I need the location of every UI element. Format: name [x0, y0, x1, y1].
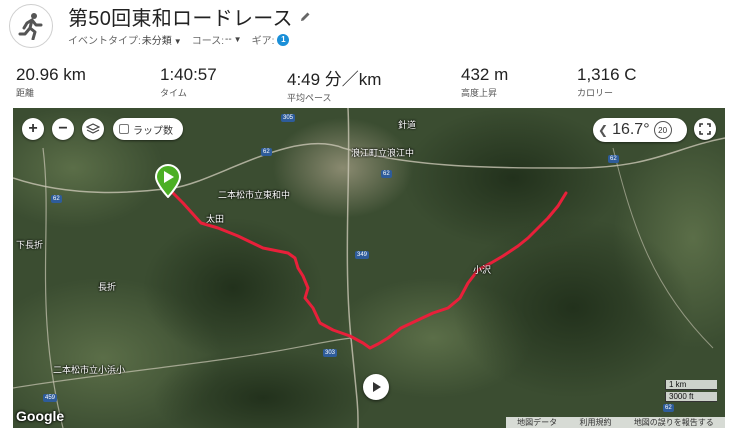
map-label: 浪江町立浪江中 — [351, 148, 415, 158]
lap-toggle-label: ラップ数 — [133, 125, 173, 137]
stat-label: 平均ペース — [287, 93, 332, 103]
map-label: 針道 — [398, 120, 417, 130]
gear-count-badge[interactable]: 1 — [277, 33, 290, 46]
map-label: 太田 — [206, 214, 225, 224]
activity-title[interactable]: 第50回東和ロードレース — [68, 2, 293, 31]
scale-imperial: 3000 ft — [665, 392, 717, 402]
stat-label: 距離 — [16, 88, 35, 98]
wind-value: 20 — [658, 125, 668, 135]
stat-elevation-gain: 432 m 高度上昇 — [461, 65, 508, 99]
road-shield: 305 — [281, 114, 296, 122]
layers-icon[interactable] — [82, 118, 104, 140]
lap-toggle[interactable]: ラップ数 — [113, 118, 183, 140]
activity-meta: イベントタイプ: 未分類 ▼ コース: -- ▼ ギア: 1 — [68, 32, 290, 47]
pencil-icon[interactable] — [299, 11, 311, 23]
stat-value: 1:40:57 — [160, 65, 217, 84]
stat-value: 20.96 km — [16, 65, 86, 84]
stat-calories: 1,316 C カロリー — [577, 65, 637, 99]
play-icon — [373, 382, 381, 392]
course-dropdown[interactable]: -- ▼ — [225, 34, 242, 45]
google-logo: Google — [16, 408, 65, 424]
map-label: 小沢 — [473, 265, 492, 275]
stat-value: 432 m — [461, 65, 509, 84]
fullscreen-icon[interactable] — [694, 118, 716, 140]
road-shield: 459 — [43, 394, 58, 402]
stat-avg-pace: 4:49 分／km 平均ペース — [287, 65, 381, 104]
event-type-dropdown[interactable]: 未分類 ▼ — [142, 32, 182, 47]
road-shield: 62 — [608, 155, 619, 163]
stat-time: 1:40:57 タイム — [160, 65, 217, 99]
play-button[interactable] — [363, 374, 389, 400]
road-shield: 62 — [261, 148, 272, 156]
map-data-link[interactable]: 地図データ — [517, 417, 557, 428]
road-shield: 349 — [355, 251, 370, 259]
caret-down-icon: ▼ — [233, 35, 242, 44]
stat-label: カロリー — [577, 88, 614, 98]
stat-value: 1,316 C — [577, 65, 637, 84]
scale-metric: 1 km — [665, 380, 717, 390]
route-map[interactable]: 針道 浪江町立浪江中 二本松市立東和中 太田 下長折 長折 二本松市立小浜小 小… — [13, 108, 725, 428]
report-error-link[interactable]: 地図の誤りを報告する — [634, 417, 714, 428]
lap-checkbox[interactable] — [119, 124, 129, 134]
event-type-label: イベントタイプ: — [68, 36, 141, 47]
road-shield: 62 — [663, 404, 674, 412]
wind-icon: 20 — [653, 121, 672, 139]
start-marker-icon[interactable] — [154, 164, 182, 198]
zoom-out-button[interactable]: − — [52, 118, 74, 140]
stat-label: タイム — [160, 88, 187, 98]
stat-value: 4:49 分／km — [287, 70, 382, 89]
temperature-value: 16.7° — [612, 121, 650, 138]
map-attribution: 地図データ 利用規約 地図の誤りを報告する — [506, 417, 725, 428]
map-label: 二本松市立東和中 — [218, 190, 291, 200]
road-shield: 303 — [323, 349, 338, 357]
terms-link[interactable]: 利用規約 — [579, 417, 611, 428]
map-label: 長折 — [98, 282, 117, 292]
caret-down-icon: ▼ — [173, 37, 182, 46]
event-type-value: 未分類 — [141, 36, 172, 47]
course-label: コース: — [191, 36, 224, 47]
course-value: -- — [224, 34, 232, 45]
gear-label: ギア: — [251, 36, 275, 47]
map-label: 二本松市立小浜小 — [53, 365, 126, 375]
weather-widget[interactable]: ❮ 16.7° 20 — [593, 118, 687, 142]
runner-icon — [9, 4, 53, 48]
zoom-in-button[interactable]: + — [22, 118, 44, 140]
chevron-left-icon[interactable]: ❮ — [598, 123, 608, 137]
map-label: 下長折 — [16, 240, 44, 250]
map-scale: 1 km 3000 ft — [665, 380, 717, 404]
stat-label: 高度上昇 — [461, 88, 498, 98]
road-shield: 62 — [381, 170, 392, 178]
road-shield: 62 — [51, 195, 62, 203]
title-row: 第50回東和ロードレース — [68, 2, 311, 31]
stat-distance: 20.96 km 距離 — [16, 65, 86, 99]
